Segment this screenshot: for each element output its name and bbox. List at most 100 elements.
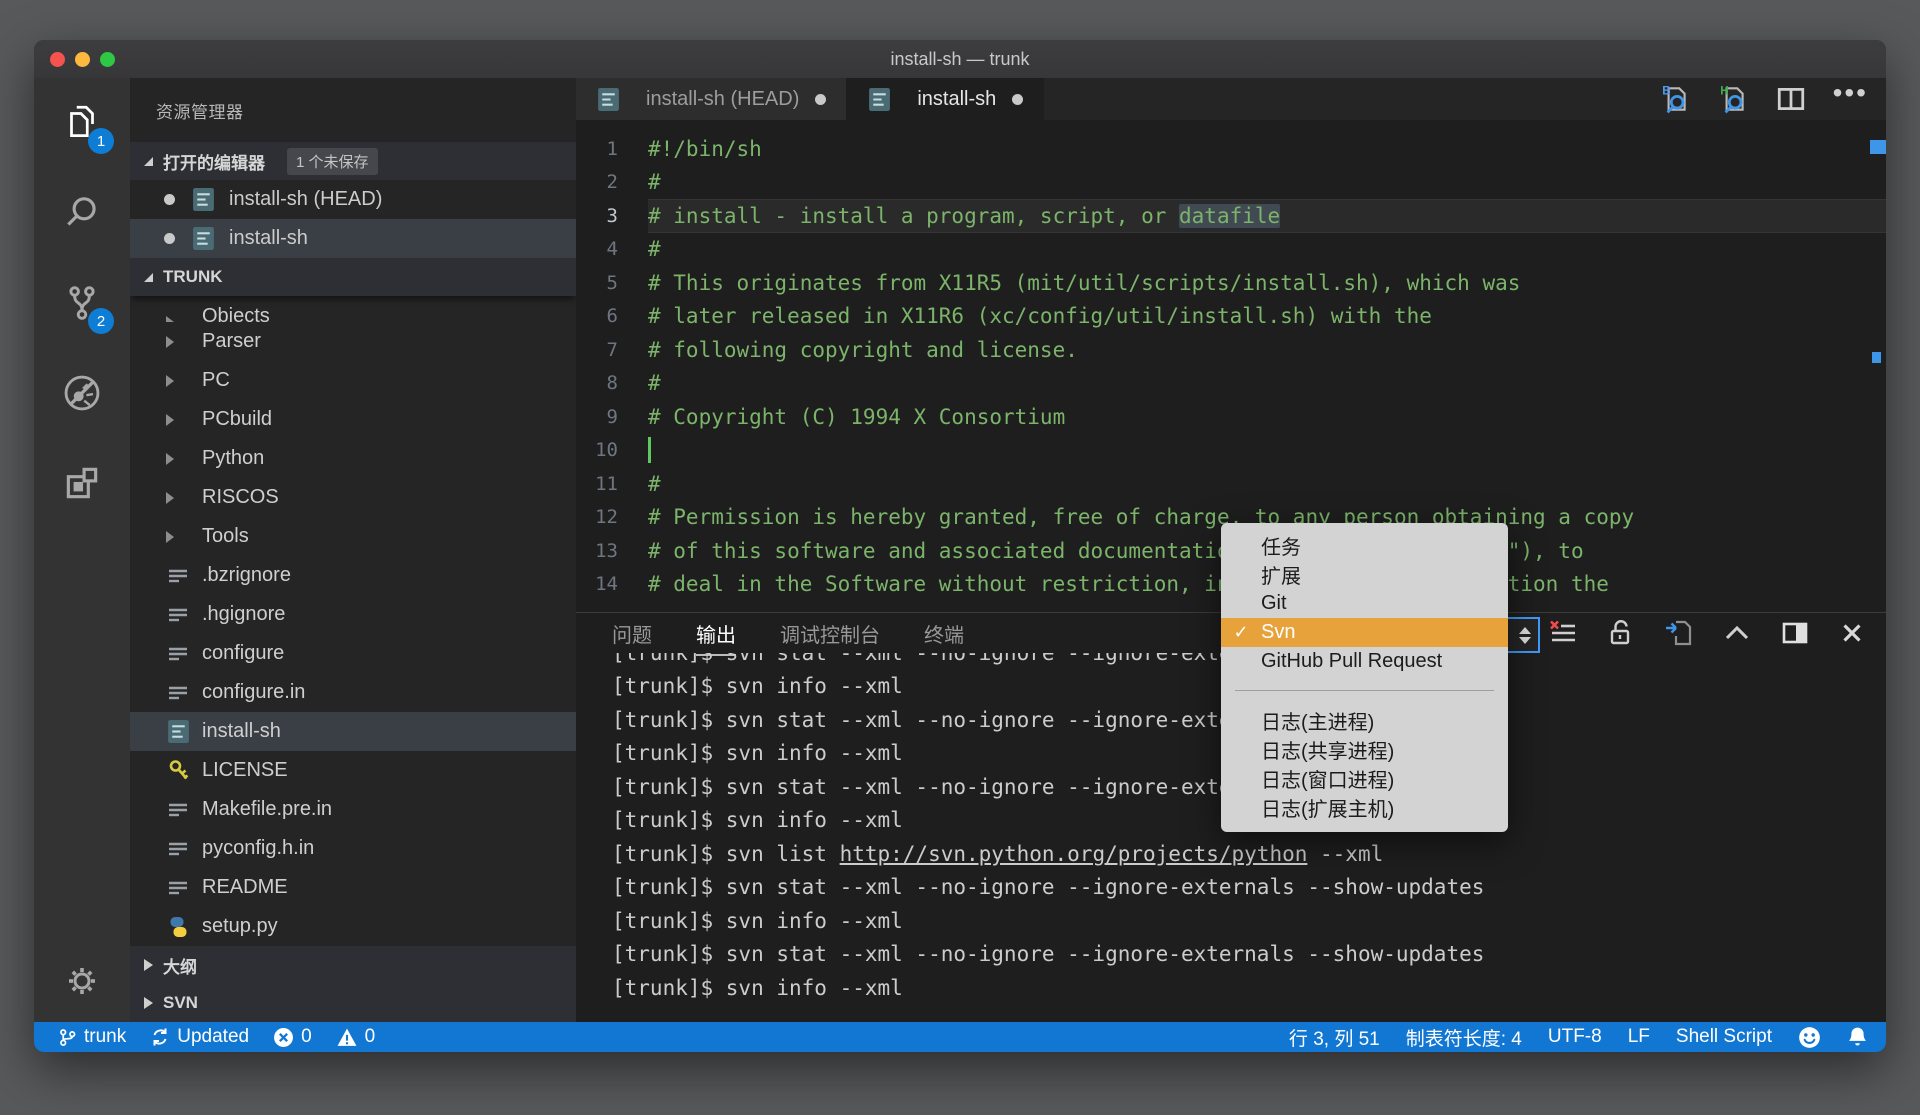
menu-item[interactable]: 日志(主进程) <box>1221 706 1508 735</box>
history-search-icon[interactable]: H <box>1717 83 1749 115</box>
branch-name: trunk <box>84 1026 127 1047</box>
tree-item-label: pyconfig.h.in <box>202 837 315 859</box>
chevron-expanded-icon <box>144 156 153 166</box>
license-key-icon <box>166 759 190 783</box>
trunk-section-header[interactable]: TRUNK <box>130 258 576 296</box>
activitybar-extensions[interactable] <box>34 438 130 528</box>
menu-item[interactable]: GitHub Pull Request <box>1221 647 1508 676</box>
activitybar-source-control[interactable]: 2 <box>34 258 130 348</box>
tree-item[interactable]: pyconfig.h.in <box>130 829 576 868</box>
error-count[interactable]: 0 <box>273 1026 312 1048</box>
menu-item[interactable]: Git <box>1221 589 1508 618</box>
chevron-right-icon <box>166 452 174 465</box>
tree-item[interactable]: PC <box>130 361 576 400</box>
line-number: 6 <box>606 305 618 328</box>
close-panel-icon[interactable] <box>1838 619 1866 647</box>
branch-indicator[interactable]: trunk <box>58 1026 126 1048</box>
sidebar: 资源管理器 打开的编辑器 1 个未保存 install-sh (HEAD) in… <box>130 78 576 1022</box>
panel-tab[interactable]: 终端 <box>924 615 964 652</box>
select-down-arrow-icon <box>1519 636 1531 644</box>
tab-label: install-sh (HEAD) <box>646 87 800 110</box>
warning-count[interactable]: 0 <box>336 1026 375 1048</box>
chevron-collapsed-icon <box>144 959 153 971</box>
tabs: install-sh (HEAD) install-sh <box>576 78 1045 120</box>
scm-badge: 2 <box>88 308 114 334</box>
menu-item[interactable]: 日志(扩展主机) <box>1221 793 1508 822</box>
status-item[interactable]: LF <box>1628 1026 1650 1048</box>
split-editor-icon[interactable] <box>1775 83 1807 115</box>
maximize-panel-icon[interactable] <box>1722 618 1752 648</box>
status-item[interactable]: Shell Script <box>1676 1026 1772 1048</box>
line-number: 11 <box>595 472 618 495</box>
menu-item-label: Svn <box>1261 621 1296 643</box>
tree-item[interactable]: RISCOS <box>130 478 576 517</box>
menu-item[interactable]: 任务 <box>1221 531 1508 560</box>
chevron-expanded-icon <box>144 272 153 282</box>
activitybar-explorer[interactable]: 1 <box>34 78 130 168</box>
tree-item[interactable]: setup.py <box>130 907 576 946</box>
tree-item[interactable]: Parser <box>130 322 576 361</box>
notifications-bell-icon[interactable] <box>1847 1026 1868 1049</box>
editor-tab[interactable]: install-sh (HEAD) <box>576 78 848 120</box>
status-item[interactable]: UTF-8 <box>1548 1026 1602 1048</box>
tree-item[interactable]: install-sh <box>130 712 576 751</box>
panel-tab[interactable]: 调试控制台 <box>780 615 880 652</box>
panel-tab[interactable]: 输出 <box>696 615 736 656</box>
tab-label: install-sh <box>917 87 997 110</box>
editor-tab[interactable]: install-sh <box>847 78 1045 120</box>
output-line: [trunk]$ svn list http://svn.python.org/… <box>612 841 1384 866</box>
menu-item[interactable]: 日志(窗口进程) <box>1221 764 1508 793</box>
tree-item-label: PC <box>202 369 230 391</box>
status-item[interactable]: 行 3, 列 51 <box>1289 1024 1380 1051</box>
more-actions-icon[interactable]: ••• <box>1833 79 1868 110</box>
menu-item[interactable]: 日志(共享进程) <box>1221 735 1508 764</box>
select-up-arrow-icon <box>1519 626 1531 634</box>
clear-output-icon[interactable] <box>1548 618 1578 648</box>
tree-item[interactable]: configure.in <box>130 673 576 712</box>
output-line: [trunk]$ svn stat --xml --no-ignore --ig… <box>612 875 1485 899</box>
tree-item-label: .hgignore <box>202 603 286 625</box>
panel-layout-icon[interactable] <box>1780 618 1810 648</box>
tree-item[interactable]: LICENSE <box>130 751 576 790</box>
activitybar-settings[interactable] <box>34 940 130 1022</box>
tree-item[interactable]: Tools <box>130 517 576 556</box>
activitybar-debug[interactable] <box>34 348 130 438</box>
line-number: 4 <box>606 238 618 261</box>
collapsed-section-header[interactable]: 大纲 <box>130 946 576 984</box>
activitybar-search[interactable] <box>34 168 130 258</box>
status-item[interactable]: 制表符长度: 4 <box>1406 1024 1522 1051</box>
tree-item[interactable]: Objects <box>130 296 576 322</box>
shell-file-icon <box>166 720 190 744</box>
feedback-smiley-icon[interactable] <box>1798 1026 1821 1049</box>
panel-tab[interactable]: 问题 <box>612 615 652 652</box>
code-line: 3 # install - install a program, script,… <box>576 199 1886 233</box>
menu-item[interactable]: ✓ Svn <box>1221 618 1508 647</box>
sidebar-bottom-sections: 大纲 SVN <box>130 946 576 1022</box>
tree-item[interactable]: README <box>130 868 576 907</box>
tree-item[interactable]: Makefile.pre.in <box>130 790 576 829</box>
menu-item[interactable]: 扩展 <box>1221 560 1508 589</box>
tree-item[interactable]: .hgignore <box>130 595 576 634</box>
tree-item[interactable]: PCbuild <box>130 400 576 439</box>
tree-item-label: Parser <box>202 330 261 352</box>
tree-item[interactable]: .bzrignore <box>130 556 576 595</box>
chevron-right-icon <box>166 374 174 387</box>
unlock-icon[interactable] <box>1606 618 1636 648</box>
cursor <box>648 437 651 464</box>
tree-item-label: configure <box>202 642 285 664</box>
output-line: [trunk]$ svn info --xml <box>612 975 903 1000</box>
tree-item[interactable]: configure <box>130 634 576 673</box>
open-output-in-editor-icon[interactable] <box>1664 618 1694 648</box>
blame-search-icon[interactable]: B <box>1659 83 1691 115</box>
output-link[interactable]: http://svn.python.org/projects/python <box>840 842 1308 866</box>
tree-item[interactable]: Python <box>130 439 576 478</box>
code-line: 1 #!/bin/sh <box>576 132 1886 166</box>
line-number: 14 <box>595 573 618 596</box>
open-editors-header[interactable]: 打开的编辑器 1 个未保存 <box>130 142 576 180</box>
collapsed-section-header[interactable]: SVN <box>130 984 576 1022</box>
sync-status[interactable]: Updated <box>150 1026 249 1048</box>
explorer-badge: 1 <box>88 128 114 154</box>
open-editor-item[interactable]: install-sh <box>130 219 576 258</box>
shell-file-icon <box>191 188 215 212</box>
open-editor-item[interactable]: install-sh (HEAD) <box>130 180 576 219</box>
